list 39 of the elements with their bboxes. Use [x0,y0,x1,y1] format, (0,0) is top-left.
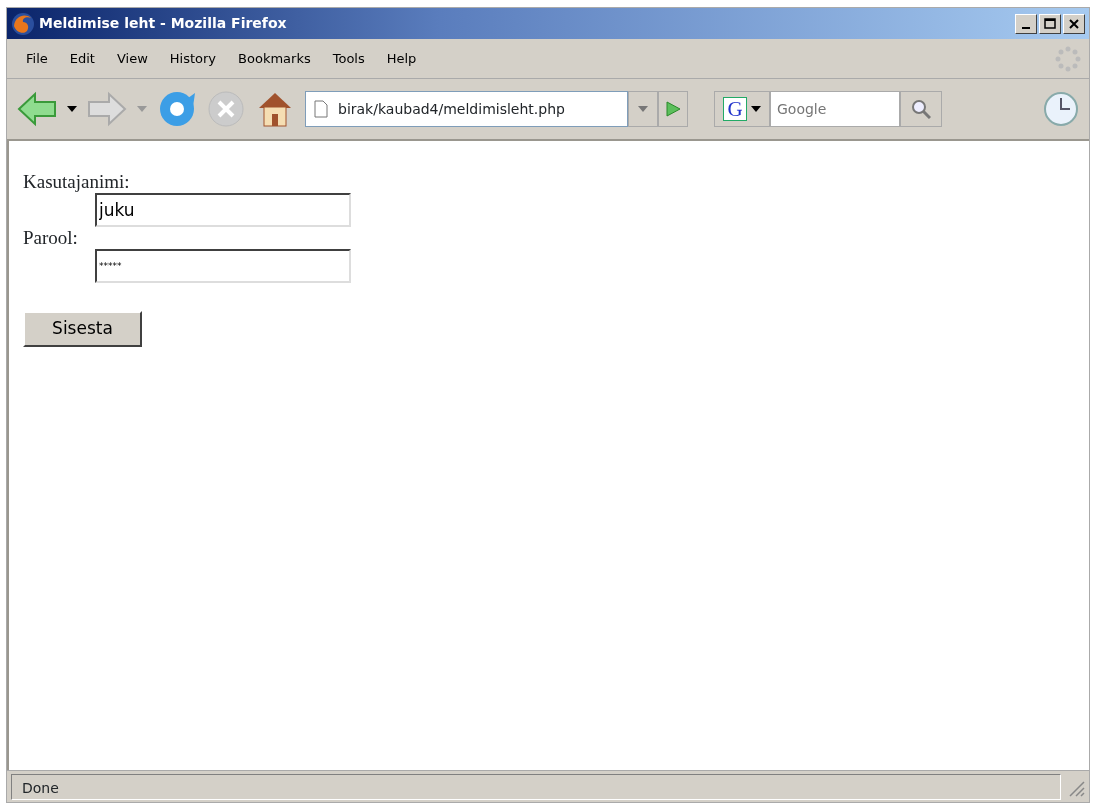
maximize-button[interactable] [1039,13,1061,34]
window-title: Meldimise leht - Mozilla Firefox [39,14,287,33]
search-engine-button[interactable]: G [714,91,770,127]
password-field[interactable]: ***** [95,249,351,283]
back-arrow-icon[interactable] [17,91,57,127]
field-label: Kasutajanimi: [23,171,130,192]
menu-item[interactable]: Bookmarks [227,46,322,71]
menu-item[interactable]: History [158,46,228,71]
history-dropdown-button[interactable] [628,91,658,127]
caret-icon [638,106,648,112]
search-field[interactable]: Google [770,91,900,127]
close-icon [1068,17,1080,30]
stop-icon[interactable] [207,90,245,128]
minimize-icon [1022,26,1030,29]
submit-button[interactable]: Sisesta [23,311,142,347]
search-engine-logo: G [723,97,747,121]
menu-item[interactable]: Tools [321,46,376,71]
status-text: Done [11,773,1061,800]
forward-arrow-icon[interactable] [87,91,127,127]
maximize-icon [1044,17,1056,30]
minimize-button[interactable] [1015,13,1037,34]
search-icon[interactable] [900,91,942,127]
caret-icon [751,106,761,112]
play-arrow-icon [665,100,681,118]
page-icon [314,100,328,118]
dropdown-caret-icon[interactable] [67,106,77,112]
reload-icon[interactable] [157,89,197,129]
browser-logo-icon [11,11,35,36]
menu-item[interactable]: Help [375,46,428,71]
menu-item[interactable]: Edit [58,46,106,71]
username-field[interactable]: juku [95,193,351,227]
menu-item[interactable]: View [105,46,159,71]
field-label: Parool: [23,227,78,248]
address-field[interactable]: birak/kaubad4/meldimisleht.php [305,91,628,127]
throbber-icon [1055,45,1081,72]
clock-icon[interactable] [1043,91,1079,127]
menu-item[interactable]: File [15,46,59,71]
close-button[interactable] [1063,13,1085,34]
go-button[interactable] [658,91,688,127]
